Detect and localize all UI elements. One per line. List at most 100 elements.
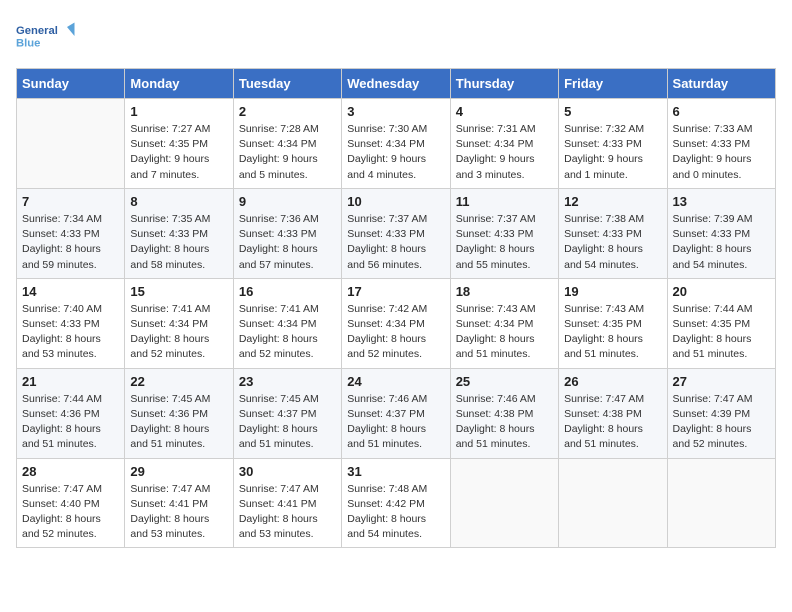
day-number: 27: [673, 374, 770, 389]
svg-text:General: General: [16, 25, 58, 37]
day-number: 17: [347, 284, 444, 299]
day-info: Sunrise: 7:35 AM Sunset: 4:33 PM Dayligh…: [130, 212, 227, 273]
day-number: 22: [130, 374, 227, 389]
calendar-cell: 12Sunrise: 7:38 AM Sunset: 4:33 PM Dayli…: [559, 188, 667, 278]
calendar-week-row: 1 Sunrise: 7:27 AM Sunset: 4:35 PM Daylig…: [17, 99, 776, 189]
calendar-cell: 23Sunrise: 7:45 AM Sunset: 4:37 PM Dayli…: [233, 368, 341, 458]
calendar-cell: 18 Sunrise: 7:43 AM Sunset: 4:34 PM Dayli…: [450, 278, 558, 368]
calendar-cell: 31Sunrise: 7:48 AM Sunset: 4:42 PM Dayli…: [342, 458, 450, 548]
day-number: 26: [564, 374, 661, 389]
day-info: Sunrise: 7:28 AM Sunset: 4:34 PM Dayligh…: [239, 122, 336, 183]
svg-text:Blue: Blue: [16, 38, 40, 50]
calendar-cell: 25 Sunrise: 7:46 AM Sunset: 4:38 PM Dayli…: [450, 368, 558, 458]
column-header-friday: Friday: [559, 69, 667, 99]
day-number: 29: [130, 464, 227, 479]
day-number: 23: [239, 374, 336, 389]
day-info: Sunrise: 7:45 AM Sunset: 4:36 PM Dayligh…: [130, 392, 227, 453]
calendar-cell: 5Sunrise: 7:32 AM Sunset: 4:33 PM Daylig…: [559, 99, 667, 189]
day-info: Sunrise: 7:47 AM Sunset: 4:41 PM Dayligh…: [130, 482, 227, 543]
day-info: Sunrise: 7:41 AM Sunset: 4:34 PM Dayligh…: [239, 302, 336, 363]
day-info: Sunrise: 7:43 AM Sunset: 4:34 PM Dayligh…: [456, 302, 553, 363]
day-number: 8: [130, 194, 227, 209]
day-number: 7: [22, 194, 119, 209]
day-info: Sunrise: 7:43 AM Sunset: 4:35 PM Dayligh…: [564, 302, 661, 363]
day-number: 16: [239, 284, 336, 299]
day-number: 2: [239, 104, 336, 119]
day-number: 9: [239, 194, 336, 209]
day-number: 14: [22, 284, 119, 299]
calendar-cell: 26 Sunrise: 7:47 AM Sunset: 4:38 PM Dayli…: [559, 368, 667, 458]
day-number: 12: [564, 194, 661, 209]
calendar-cell: 7 Sunrise: 7:34 AM Sunset: 4:33 PM Daylig…: [17, 188, 125, 278]
logo: General Blue: [16, 16, 76, 56]
day-number: 4: [456, 104, 553, 119]
calendar-cell: [450, 458, 558, 548]
day-number: 21: [22, 374, 119, 389]
day-info: Sunrise: 7:40 AM Sunset: 4:33 PM Dayligh…: [22, 302, 119, 363]
column-header-sunday: Sunday: [17, 69, 125, 99]
column-header-thursday: Thursday: [450, 69, 558, 99]
calendar-cell: 15Sunrise: 7:41 AM Sunset: 4:34 PM Dayli…: [125, 278, 233, 368]
day-info: Sunrise: 7:41 AM Sunset: 4:34 PM Dayligh…: [130, 302, 227, 363]
day-number: 18: [456, 284, 553, 299]
day-info: Sunrise: 7:47 AM Sunset: 4:39 PM Dayligh…: [673, 392, 770, 453]
page-header: General Blue: [16, 16, 776, 56]
day-number: 1: [130, 104, 227, 119]
day-number: 3: [347, 104, 444, 119]
day-number: 10: [347, 194, 444, 209]
calendar-header-row: SundayMondayTuesdayWednesdayThursdayFrid…: [17, 69, 776, 99]
column-header-wednesday: Wednesday: [342, 69, 450, 99]
calendar-cell: 14 Sunrise: 7:40 AM Sunset: 4:33 PM Dayli…: [17, 278, 125, 368]
day-info: Sunrise: 7:44 AM Sunset: 4:35 PM Dayligh…: [673, 302, 770, 363]
logo-svg: General Blue: [16, 16, 76, 56]
day-info: Sunrise: 7:39 AM Sunset: 4:33 PM Dayligh…: [673, 212, 770, 273]
calendar-cell: [667, 458, 775, 548]
day-info: Sunrise: 7:48 AM Sunset: 4:42 PM Dayligh…: [347, 482, 444, 543]
column-header-monday: Monday: [125, 69, 233, 99]
calendar-cell: 16 Sunrise: 7:41 AM Sunset: 4:34 PM Dayli…: [233, 278, 341, 368]
calendar-cell: 24Sunrise: 7:46 AM Sunset: 4:37 PM Dayli…: [342, 368, 450, 458]
calendar-cell: [559, 458, 667, 548]
day-info: Sunrise: 7:33 AM Sunset: 4:33 PM Dayligh…: [673, 122, 770, 183]
calendar-table: SundayMondayTuesdayWednesdayThursdayFrid…: [16, 68, 776, 548]
day-number: 6: [673, 104, 770, 119]
calendar-week-row: 28 Sunrise: 7:47 AM Sunset: 4:40 PM Dayli…: [17, 458, 776, 548]
day-info: Sunrise: 7:46 AM Sunset: 4:38 PM Dayligh…: [456, 392, 553, 453]
calendar-cell: 27 Sunrise: 7:47 AM Sunset: 4:39 PM Dayli…: [667, 368, 775, 458]
day-info: Sunrise: 7:47 AM Sunset: 4:38 PM Dayligh…: [564, 392, 661, 453]
calendar-cell: 20 Sunrise: 7:44 AM Sunset: 4:35 PM Dayli…: [667, 278, 775, 368]
calendar-cell: [17, 99, 125, 189]
day-info: Sunrise: 7:34 AM Sunset: 4:33 PM Dayligh…: [22, 212, 119, 273]
calendar-cell: 2 Sunrise: 7:28 AM Sunset: 4:34 PM Daylig…: [233, 99, 341, 189]
day-info: Sunrise: 7:37 AM Sunset: 4:33 PM Dayligh…: [347, 212, 444, 273]
day-info: Sunrise: 7:31 AM Sunset: 4:34 PM Dayligh…: [456, 122, 553, 183]
calendar-cell: 17 Sunrise: 7:42 AM Sunset: 4:34 PM Dayli…: [342, 278, 450, 368]
calendar-cell: 1 Sunrise: 7:27 AM Sunset: 4:35 PM Daylig…: [125, 99, 233, 189]
calendar-cell: 30 Sunrise: 7:47 AM Sunset: 4:41 PM Dayli…: [233, 458, 341, 548]
day-number: 30: [239, 464, 336, 479]
day-info: Sunrise: 7:47 AM Sunset: 4:41 PM Dayligh…: [239, 482, 336, 543]
column-header-saturday: Saturday: [667, 69, 775, 99]
day-number: 25: [456, 374, 553, 389]
day-number: 5: [564, 104, 661, 119]
calendar-cell: 10 Sunrise: 7:37 AM Sunset: 4:33 PM Dayli…: [342, 188, 450, 278]
day-number: 20: [673, 284, 770, 299]
calendar-body: 1 Sunrise: 7:27 AM Sunset: 4:35 PM Daylig…: [17, 99, 776, 548]
calendar-cell: 21Sunrise: 7:44 AM Sunset: 4:36 PM Dayli…: [17, 368, 125, 458]
calendar-cell: 13 Sunrise: 7:39 AM Sunset: 4:33 PM Dayli…: [667, 188, 775, 278]
day-info: Sunrise: 7:30 AM Sunset: 4:34 PM Dayligh…: [347, 122, 444, 183]
day-info: Sunrise: 7:42 AM Sunset: 4:34 PM Dayligh…: [347, 302, 444, 363]
day-number: 24: [347, 374, 444, 389]
day-number: 28: [22, 464, 119, 479]
day-number: 19: [564, 284, 661, 299]
calendar-week-row: 14 Sunrise: 7:40 AM Sunset: 4:33 PM Dayli…: [17, 278, 776, 368]
calendar-week-row: 7 Sunrise: 7:34 AM Sunset: 4:33 PM Daylig…: [17, 188, 776, 278]
calendar-cell: 6 Sunrise: 7:33 AM Sunset: 4:33 PM Daylig…: [667, 99, 775, 189]
calendar-cell: 22 Sunrise: 7:45 AM Sunset: 4:36 PM Dayli…: [125, 368, 233, 458]
day-info: Sunrise: 7:27 AM Sunset: 4:35 PM Dayligh…: [130, 122, 227, 183]
day-number: 13: [673, 194, 770, 209]
calendar-cell: 19 Sunrise: 7:43 AM Sunset: 4:35 PM Dayli…: [559, 278, 667, 368]
column-header-tuesday: Tuesday: [233, 69, 341, 99]
day-info: Sunrise: 7:47 AM Sunset: 4:40 PM Dayligh…: [22, 482, 119, 543]
calendar-cell: 9Sunrise: 7:36 AM Sunset: 4:33 PM Daylig…: [233, 188, 341, 278]
